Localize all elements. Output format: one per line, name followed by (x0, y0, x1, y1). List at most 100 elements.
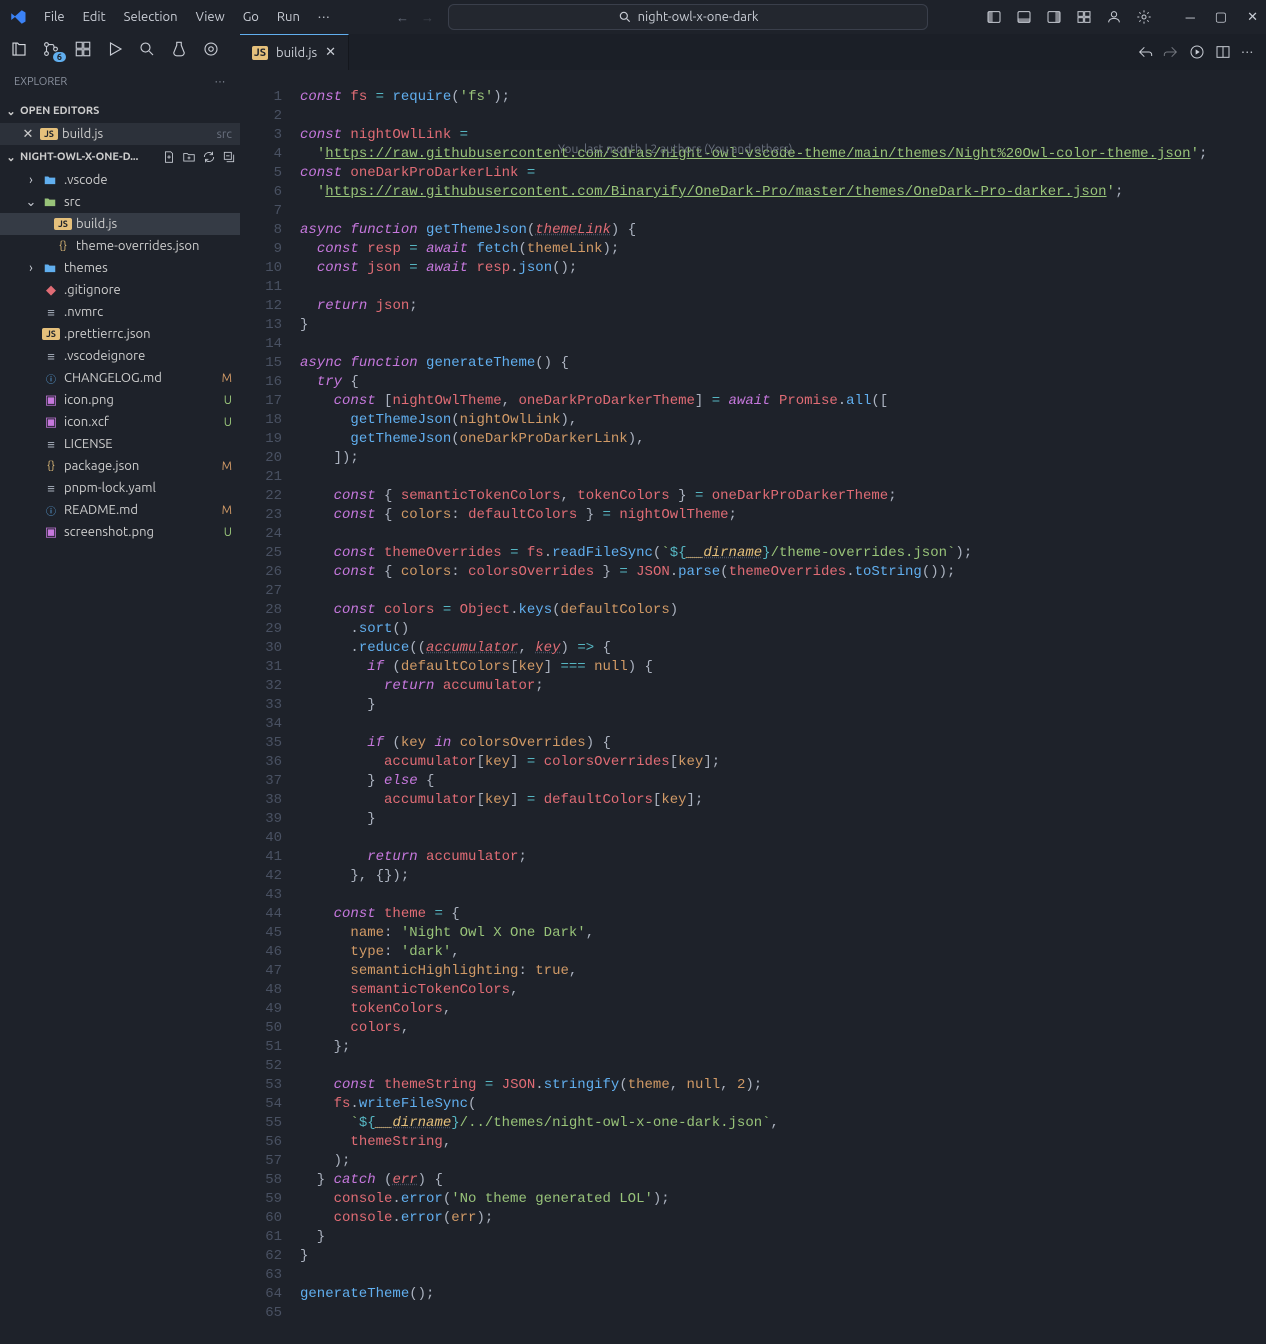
image-file-icon: ▣ (42, 525, 60, 540)
tree-item[interactable]: ⌄ src (0, 191, 240, 213)
file-icon: ≡ (42, 437, 60, 452)
code-content[interactable]: const fs = require('fs');const nightOwlL… (300, 70, 1266, 1323)
sidebar-title: EXPLORER ··· (0, 64, 240, 99)
workspace-header[interactable]: ⌄ NIGHT-OWL-X-ONE-D... (0, 145, 240, 169)
references-icon[interactable] (202, 40, 220, 58)
run-icon[interactable] (1189, 44, 1205, 60)
tree-item[interactable]: ≡ .vscodeignore (0, 345, 240, 367)
menu-selection[interactable]: Selection (116, 6, 186, 28)
close-editor-icon[interactable]: ✕ (20, 127, 36, 142)
go-back-icon[interactable] (1137, 44, 1153, 60)
tree-item[interactable]: {} theme-overrides.json (0, 235, 240, 257)
menu-view[interactable]: View (188, 6, 233, 28)
js-file-icon: JS (252, 46, 268, 60)
open-editors-header[interactable]: ⌄ OPEN EDITORS (0, 99, 240, 123)
tree-item[interactable]: ▣ icon.xcf U (0, 411, 240, 433)
compare-icon[interactable] (1163, 44, 1179, 60)
new-folder-icon[interactable] (182, 150, 196, 164)
open-editors-list: ✕ JS build.js src (0, 123, 240, 145)
chevron-icon: › (24, 261, 38, 275)
git-status-badge: M (222, 504, 232, 517)
tree-item[interactable]: › themes (0, 257, 240, 279)
tab-build-js[interactable]: JS build.js ✕ (240, 34, 349, 70)
file-tree: › .vscode ⌄ src JS build.js {} theme-ove… (0, 169, 240, 543)
vscode-logo-icon (8, 7, 28, 27)
code-editor[interactable]: 1234567891011121314151617181920212223242… (240, 70, 1266, 1323)
explorer-icon[interactable] (10, 40, 28, 58)
folder-icon (42, 195, 60, 209)
tree-item[interactable]: › .vscode (0, 169, 240, 191)
collapse-all-icon[interactable] (222, 150, 236, 164)
tab-label: build.js (276, 46, 317, 60)
image-file-icon: ▣ (42, 415, 60, 430)
editor-more-icon[interactable]: ··· (1241, 45, 1254, 59)
scm-badge: 6 (53, 52, 66, 62)
menu-overflow[interactable]: ··· (310, 6, 339, 28)
tree-item[interactable]: ▣ icon.png U (0, 389, 240, 411)
nav-forward-icon[interactable]: → (421, 10, 434, 25)
menu-run[interactable]: Run (269, 6, 308, 28)
tree-item[interactable]: {} package.json M (0, 455, 240, 477)
tree-item-label: pnpm-lock.yaml (64, 481, 232, 495)
tree-item-label: .nvmrc (64, 305, 232, 319)
search-panel-icon[interactable] (138, 40, 156, 58)
tree-item-label: README.md (64, 503, 214, 517)
line-numbers: 1234567891011121314151617181920212223242… (240, 70, 300, 1323)
command-center-label: night-owl-x-one-dark (638, 10, 759, 24)
explorer-label: EXPLORER (14, 76, 67, 88)
window-maximize-icon[interactable]: ▢ (1215, 10, 1227, 25)
tree-item-label: CHANGELOG.md (64, 371, 214, 385)
refresh-icon[interactable] (202, 150, 216, 164)
layout-panel-icon[interactable] (1016, 9, 1032, 25)
tree-item[interactable]: ≡ .nvmrc (0, 301, 240, 323)
tree-item-label: .vscode (64, 173, 232, 187)
tree-item[interactable]: ⓘ README.md M (0, 499, 240, 521)
tree-item-label: package.json (64, 459, 214, 473)
tab-close-icon[interactable]: ✕ (325, 45, 336, 60)
search-icon (618, 10, 632, 24)
tree-item[interactable]: JS build.js (0, 213, 240, 235)
layout-customize-icon[interactable] (1076, 9, 1092, 25)
tree-item[interactable]: ▣ screenshot.png U (0, 521, 240, 543)
new-file-icon[interactable] (162, 150, 176, 164)
tree-item-label: icon.xcf (64, 415, 216, 429)
command-center[interactable]: night-owl-x-one-dark (448, 4, 928, 30)
git-status-badge: U (224, 394, 232, 407)
test-icon[interactable] (170, 40, 188, 58)
window-close-icon[interactable]: ✕ (1247, 10, 1258, 25)
tree-item[interactable]: ◆ .gitignore (0, 279, 240, 301)
editor-group: JS build.js ✕ ··· You, last month | 2 au… (240, 34, 1266, 1344)
tree-item-label: build.js (76, 217, 232, 231)
folder-icon (42, 173, 60, 187)
tree-item-label: .gitignore (64, 283, 232, 297)
menu-file[interactable]: File (36, 6, 73, 28)
tree-item-label: .vscodeignore (64, 349, 232, 363)
extensions-icon[interactable] (74, 40, 92, 58)
account-icon[interactable] (1106, 9, 1122, 25)
settings-gear-icon[interactable] (1136, 9, 1152, 25)
codelens[interactable]: You, last month | 2 authors (You and oth… (558, 143, 793, 156)
titlebar: FileEditSelectionViewGoRun ··· ← → night… (0, 0, 1266, 34)
split-editor-icon[interactable] (1215, 44, 1231, 60)
file-icon: ≡ (42, 305, 60, 320)
nav-back-icon[interactable]: ← (396, 10, 409, 25)
source-control-icon[interactable]: 6 (42, 40, 60, 58)
tree-item[interactable]: JS .prettierrc.json (0, 323, 240, 345)
window-minimize-icon[interactable]: ─ (1186, 10, 1195, 25)
tree-item[interactable]: ⓘ CHANGELOG.md M (0, 367, 240, 389)
menu-edit[interactable]: Edit (75, 6, 114, 28)
tree-item[interactable]: ≡ pnpm-lock.yaml (0, 477, 240, 499)
open-editors-label: OPEN EDITORS (20, 105, 99, 117)
js-file-icon: JS (40, 128, 58, 140)
js-file-icon: JS (54, 218, 72, 230)
layout-sidebar-right-icon[interactable] (1046, 9, 1062, 25)
tree-item[interactable]: ≡ LICENSE (0, 433, 240, 455)
menu-go[interactable]: Go (235, 6, 267, 28)
run-debug-icon[interactable] (106, 40, 124, 58)
layout-sidebar-left-icon[interactable] (986, 9, 1002, 25)
file-icon: ≡ (42, 349, 60, 364)
explorer-more-icon[interactable]: ··· (215, 76, 226, 88)
open-editor-item[interactable]: ✕ JS build.js src (0, 123, 240, 145)
workspace-label: NIGHT-OWL-X-ONE-D... (20, 151, 160, 163)
json-file-icon: {} (54, 240, 72, 252)
